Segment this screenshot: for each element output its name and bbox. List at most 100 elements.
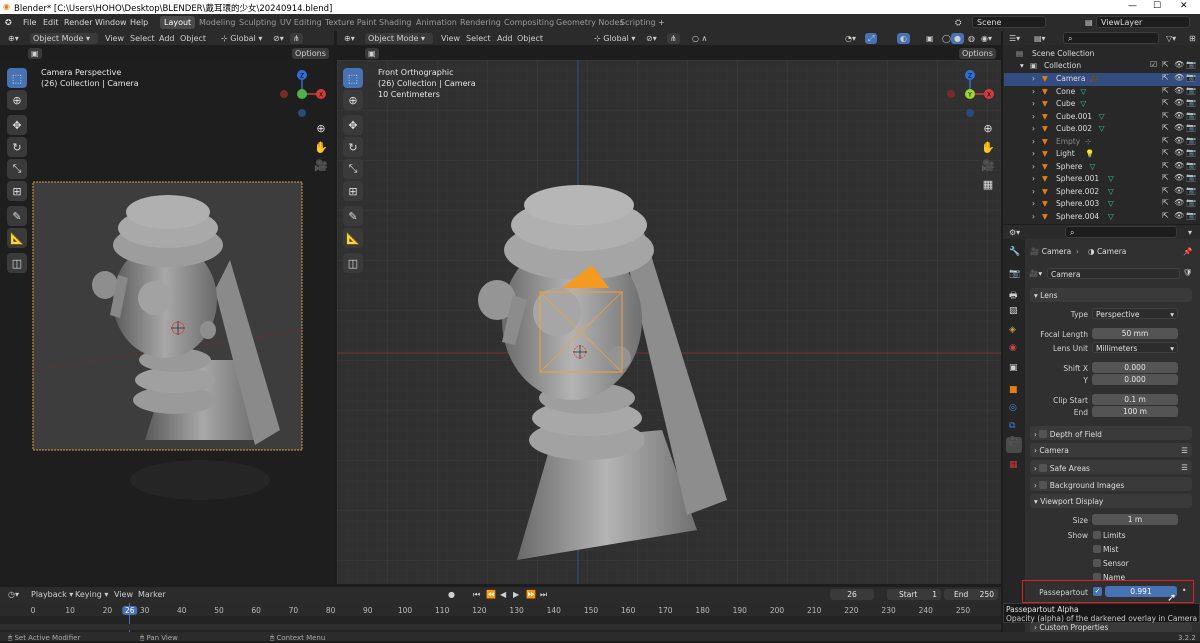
render-icon[interactable]: 📷 — [1186, 198, 1196, 207]
blender-menu-icon[interactable]: ✪ — [5, 18, 12, 27]
menu-view[interactable]: View — [111, 589, 136, 600]
camera-icon[interactable]: 🎥 — [313, 159, 329, 175]
eye-icon[interactable]: 👁 — [1174, 60, 1184, 69]
pan-icon[interactable]: ✋ — [980, 141, 996, 157]
editor-type-icon[interactable]: ⊕▾ — [5, 33, 22, 44]
menu-file[interactable]: File — [23, 18, 36, 27]
current-frame-field[interactable]: 26 — [830, 589, 874, 600]
camera-viewport[interactable]: Camera Perspective (26) Collection | Cam… — [0, 60, 334, 584]
tab-uv-editing[interactable]: UV Editing — [276, 16, 326, 29]
expand-icon[interactable]: › — [1032, 162, 1035, 171]
render-icon[interactable]: 📷 — [1186, 123, 1196, 132]
rotate-tool-icon[interactable]: ↻ — [7, 137, 27, 157]
menu-playback[interactable]: Playback ▾ — [28, 589, 76, 600]
background-images-checkbox[interactable] — [1039, 481, 1048, 489]
tab-layout[interactable]: Layout — [160, 16, 196, 29]
outliner-item[interactable]: › ▼ Cube.001 ▽ ⇱ 👁 📷 — [1004, 111, 1200, 124]
expand-icon[interactable]: › — [1032, 87, 1035, 96]
snap-icon[interactable]: ⋔ — [290, 33, 303, 44]
data-type-icon[interactable]: 🎥▾ — [1029, 269, 1042, 278]
gizmo-toggle-icon[interactable]: ⤢ — [865, 33, 878, 44]
camera-data-name-field[interactable]: Camera — [1047, 268, 1180, 279]
lens-unit-select[interactable]: Millimeters ▾ — [1092, 342, 1178, 353]
transform-tool-icon[interactable]: ⊞ — [7, 181, 27, 201]
render-icon[interactable]: 📷 — [1186, 73, 1196, 82]
menu-object[interactable]: Object — [177, 33, 209, 44]
dof-panel-header[interactable]: › Depth of Field — [1030, 426, 1192, 440]
object-data-icon[interactable]: ▽ — [1080, 87, 1086, 96]
world-tab-icon[interactable]: ◉ — [1009, 343, 1017, 353]
shift-x-field[interactable]: 0.000 — [1092, 362, 1178, 373]
list-icon[interactable]: ☰ — [1181, 446, 1188, 455]
object-data-icon[interactable]: ▽ — [1108, 199, 1114, 208]
select-icon[interactable]: ⇱ — [1162, 123, 1169, 132]
view-layer-tab-icon[interactable]: ▧ — [1009, 306, 1018, 316]
eye-icon[interactable]: 👁 — [1174, 211, 1184, 220]
collection-tab-icon[interactable]: ▣ — [1009, 363, 1018, 373]
select-box-icon[interactable]: ▣ — [28, 48, 42, 59]
render-icon[interactable]: 📷 — [1186, 86, 1196, 95]
camera-data-tab-icon[interactable]: 🎥 — [1006, 437, 1022, 453]
properties-search-input[interactable]: ⌕ — [1065, 226, 1177, 238]
select-icon[interactable]: ⇱ — [1162, 148, 1169, 157]
select-tool-icon[interactable]: ⬚ — [7, 68, 27, 88]
cursor-tool-icon[interactable]: ⊕ — [343, 90, 363, 110]
add-cube-tool-icon[interactable]: ◫ — [7, 253, 27, 273]
tool-tab-icon[interactable]: 🔧 — [1009, 247, 1020, 257]
render-icon[interactable]: 📷 — [1186, 98, 1196, 107]
jump-start-icon[interactable]: ⏮ — [470, 589, 483, 600]
physics-tab-icon[interactable]: ◎ — [1009, 403, 1017, 413]
options-icon[interactable]: ▾ — [1185, 227, 1195, 238]
select-tool-icon[interactable]: ⬚ — [343, 68, 363, 88]
select-icon[interactable]: ⇱ — [1162, 60, 1169, 69]
measure-tool-icon[interactable]: 📐 — [343, 228, 363, 248]
overlay-toggle-icon[interactable]: ◐ — [897, 33, 910, 44]
shading-material-icon[interactable]: ◍ — [965, 33, 978, 44]
constraints-tab-icon[interactable]: ⧉ — [1009, 421, 1015, 431]
render-icon[interactable]: 📷 — [1186, 173, 1196, 182]
object-data-icon[interactable]: ▽ — [1099, 112, 1105, 121]
render-icon[interactable]: 📷 — [1186, 186, 1196, 195]
scene-field[interactable]: Scene — [972, 16, 1046, 28]
outliner-item[interactable]: › ▼ Cube ▽ ⇱ 👁 📷 — [1004, 98, 1200, 111]
add-cube-tool-icon[interactable]: ◫ — [343, 253, 363, 273]
xray-icon[interactable]: ▣ — [923, 33, 937, 44]
pan-icon[interactable]: ✋ — [313, 141, 329, 157]
render-icon[interactable]: 📷 — [1186, 211, 1196, 220]
expand-icon[interactable]: › — [1032, 124, 1035, 133]
select-box-icon[interactable]: ▣ — [365, 48, 379, 59]
passepartout-checkbox[interactable]: ✓ — [1093, 587, 1102, 596]
list-icon[interactable]: ☰ — [1181, 463, 1188, 472]
scale-tool-icon[interactable]: ⤡ — [343, 159, 363, 179]
start-frame-field[interactable]: Start 1 — [887, 589, 941, 600]
tab-rendering[interactable]: Rendering — [456, 16, 505, 29]
measure-tool-icon[interactable]: 📐 — [7, 228, 27, 248]
orientation-select[interactable]: ⊹ Global ▾ — [218, 33, 265, 44]
outliner-editor-icon[interactable]: ☰▾ — [1006, 33, 1023, 44]
pivot-icon[interactable]: ⊘▾ — [643, 33, 660, 44]
object-data-icon[interactable]: ▽ — [1108, 174, 1114, 183]
filter-icon[interactable]: ▽▾ — [1163, 33, 1179, 44]
zoom-icon[interactable]: ⊕ — [980, 122, 996, 138]
display-mode-icon[interactable]: ▤▾ — [1031, 33, 1049, 44]
object-data-icon[interactable]: ▽ — [1108, 212, 1114, 221]
outliner-item[interactable]: › ▼ Cube.002 ▽ ⇱ 👁 📷 — [1004, 123, 1200, 136]
outliner-item[interactable]: › ▼ Sphere.001 ▽ ⇱ 👁 📷 — [1004, 173, 1200, 186]
lens-type-select[interactable]: Perspective ▾ — [1092, 308, 1178, 319]
menu-marker[interactable]: Marker — [135, 589, 169, 600]
checkbox-icon[interactable]: ☑ — [1150, 60, 1157, 69]
eye-icon[interactable]: 👁 — [1174, 123, 1184, 132]
render-icon[interactable]: 📷 — [1186, 60, 1196, 69]
menu-view[interactable]: View — [438, 33, 463, 44]
menu-keying[interactable]: Keying ▾ — [72, 589, 111, 600]
select-icon[interactable]: ⇱ — [1162, 211, 1169, 220]
camera-panel-header[interactable]: › Camera ☰ — [1030, 443, 1192, 457]
annotate-tool-icon[interactable]: ✎ — [7, 206, 27, 226]
object-data-icon[interactable]: ▽ — [1080, 99, 1086, 108]
outliner-item[interactable]: › ▼ Empty ⊹ ⇱ 👁 📷 — [1004, 136, 1200, 149]
new-collection-icon[interactable]: ⊞ — [1186, 33, 1199, 44]
zoom-icon[interactable]: ⊕ — [313, 122, 329, 138]
clip-start-field[interactable]: 0.1 m — [1092, 394, 1178, 405]
fake-user-icon[interactable]: 🛡 — [1183, 268, 1193, 277]
tab-modeling[interactable]: Modeling — [195, 16, 239, 29]
